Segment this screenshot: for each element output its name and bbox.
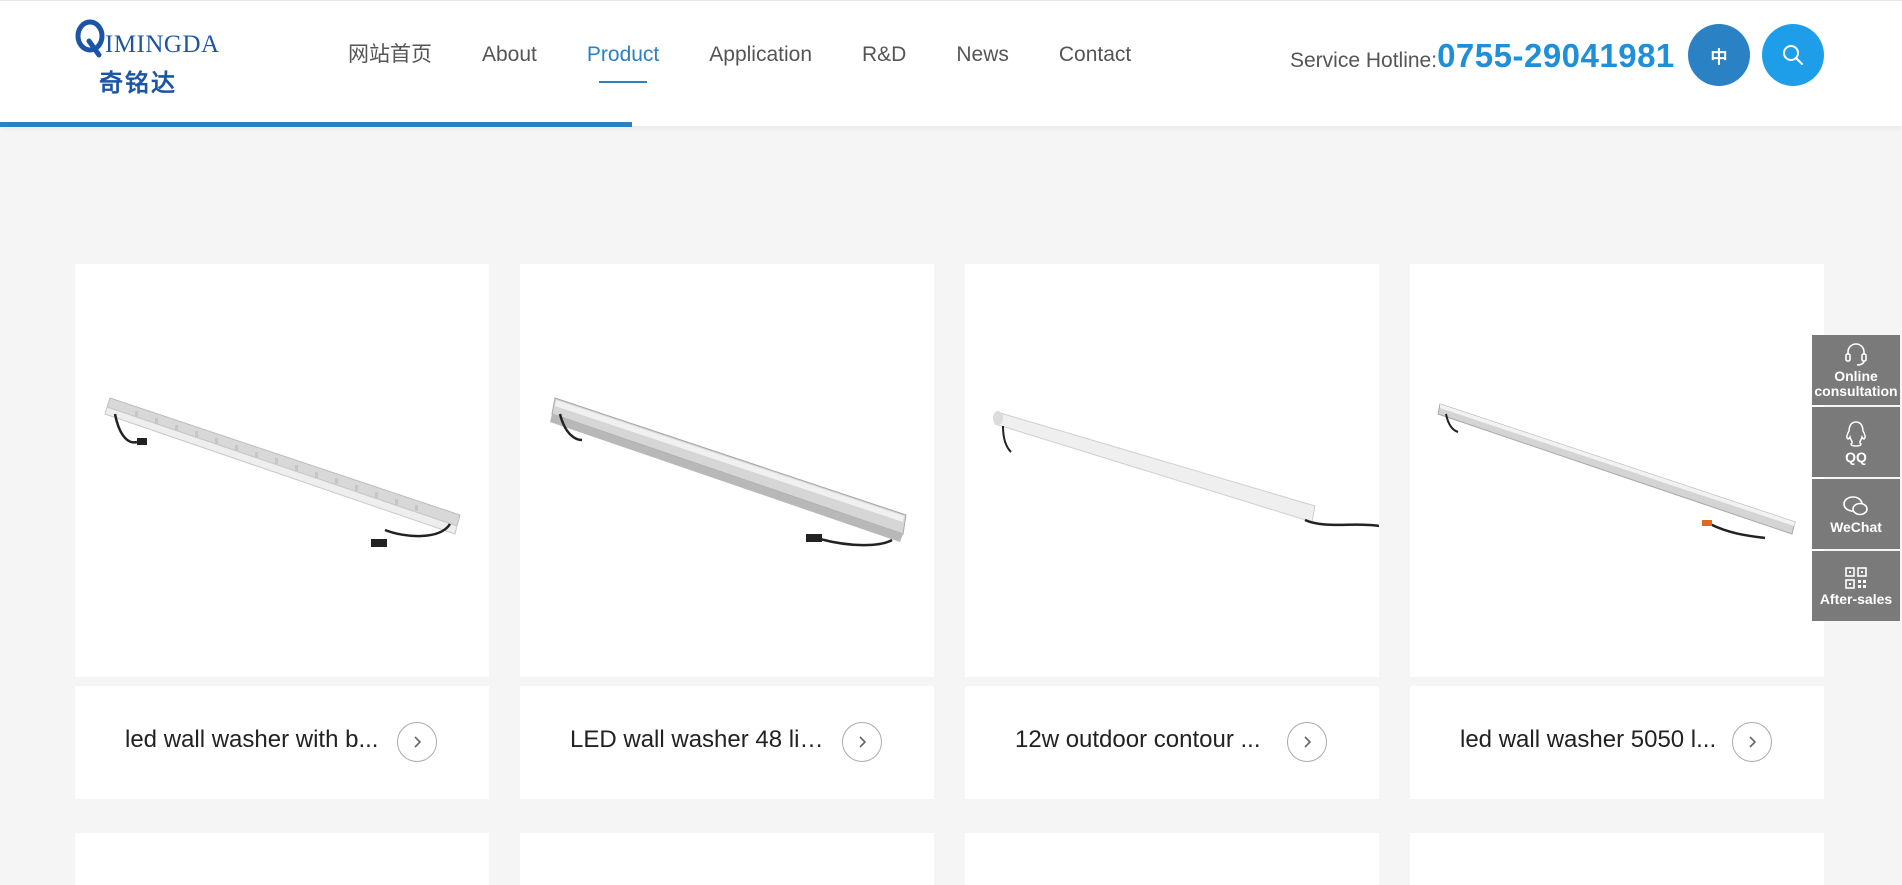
product-title[interactable]: led wall washer with b...: [125, 726, 387, 754]
product-title-box: 12w outdoor contour ...: [965, 686, 1379, 799]
site-header: IMINGDA 奇铭达 网站首页 About Product Applicati…: [0, 0, 1902, 127]
wall-washer-image: [1437, 403, 1796, 540]
product-title-box: led wall washer with b...: [75, 686, 489, 799]
logo[interactable]: IMINGDA 奇铭达: [75, 17, 219, 97]
product-card-next-row[interactable]: [75, 833, 489, 885]
product-detail-button[interactable]: [1732, 722, 1772, 762]
chevron-right-icon: [1304, 736, 1312, 748]
hotline-number[interactable]: 0755-29041981: [1437, 37, 1675, 75]
product-title[interactable]: led wall washer 5050 l...: [1460, 726, 1722, 754]
qq-button[interactable]: QQ: [1812, 407, 1900, 477]
product-card-next-row[interactable]: [520, 833, 934, 885]
nav-item-news[interactable]: News: [956, 41, 1009, 83]
nav-item-home[interactable]: 网站首页: [348, 41, 432, 83]
product-card-next-row[interactable]: [1410, 833, 1824, 885]
float-sidebar: Online consultation QQ WeChat After-sale…: [1812, 335, 1900, 623]
language-switch-button[interactable]: 中: [1688, 24, 1750, 86]
product-detail-button[interactable]: [397, 722, 437, 762]
sidebar-label: QQ: [1845, 448, 1867, 465]
product-title-box: led wall washer 5050 l...: [1410, 686, 1824, 799]
sidebar-label: WeChat: [1830, 518, 1882, 535]
logo-text-cn: 奇铭达: [99, 68, 177, 97]
product-detail-button[interactable]: [842, 722, 882, 762]
wechat-button[interactable]: WeChat: [1812, 479, 1900, 549]
search-icon: [1783, 45, 1803, 65]
product-title[interactable]: LED wall washer 48 lig...: [570, 726, 832, 754]
nav-item-contact[interactable]: Contact: [1059, 41, 1131, 83]
service-hotline: Service Hotline: 0755-29041981: [1290, 37, 1675, 75]
chevron-right-icon: [1749, 736, 1757, 748]
chevron-right-icon: [859, 736, 867, 748]
wechat-icon: [1843, 495, 1868, 515]
online-consultation-button[interactable]: Online consultation: [1812, 335, 1900, 405]
page-progress-bar: [0, 122, 632, 127]
contour-light-image: [993, 411, 1379, 528]
sidebar-label: After-sales: [1819, 590, 1893, 607]
headset-icon: [1845, 343, 1867, 366]
product-title[interactable]: 12w outdoor contour ...: [1015, 726, 1277, 754]
product-detail-button[interactable]: [1287, 722, 1327, 762]
nav-item-application[interactable]: Application: [709, 41, 812, 83]
after-sales-button[interactable]: After-sales: [1812, 551, 1900, 621]
nav-item-product[interactable]: Product: [587, 41, 659, 83]
nav-item-about[interactable]: About: [482, 41, 537, 83]
logo-text-en: IMINGDA: [105, 31, 220, 58]
nav-item-rd[interactable]: R&D: [862, 41, 906, 83]
wall-washer-image: [550, 397, 907, 547]
search-button[interactable]: [1762, 24, 1824, 86]
main-nav: 网站首页 About Product Application R&D News …: [348, 41, 1181, 83]
product-image[interactable]: [965, 264, 1379, 677]
product-card-next-row[interactable]: [965, 833, 1379, 885]
wall-washer-image: [104, 397, 461, 547]
product-image[interactable]: [1410, 264, 1824, 677]
qq-icon: [1846, 420, 1866, 447]
product-image[interactable]: [75, 264, 489, 677]
chevron-right-icon: [414, 736, 422, 748]
hotline-label: Service Hotline:: [1290, 49, 1438, 72]
qrcode-icon: [1845, 566, 1867, 589]
sidebar-label: Online consultation: [1814, 368, 1898, 399]
product-title-box: LED wall washer 48 lig...: [520, 686, 934, 799]
logo-q-icon: [75, 19, 105, 58]
product-image[interactable]: [520, 264, 934, 677]
